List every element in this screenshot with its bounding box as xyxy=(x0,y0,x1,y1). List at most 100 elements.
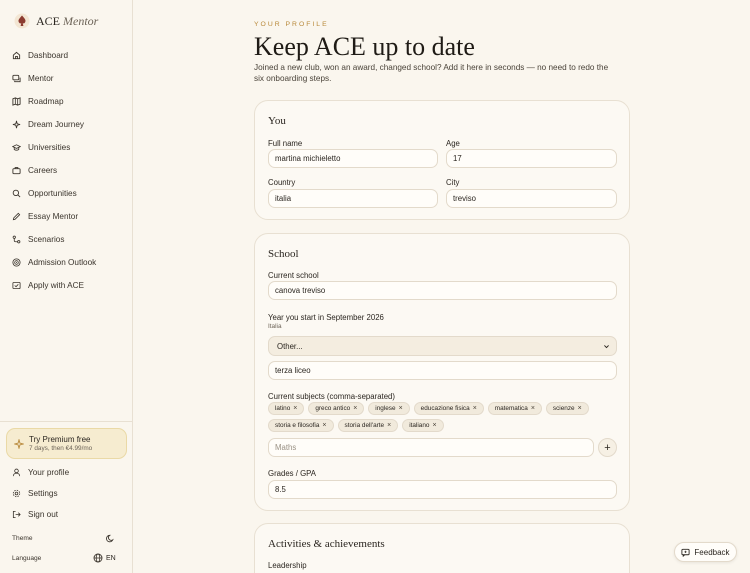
briefcase-icon xyxy=(12,167,21,175)
feedback-label: Feedback xyxy=(694,547,730,557)
language-value: EN xyxy=(106,554,116,562)
current-school-label: Current school xyxy=(268,271,319,280)
sidebar-item-label: Universities xyxy=(28,143,71,152)
subjects-label: Current subjects (comma-separated) xyxy=(268,392,395,401)
sidebar-item-dashboard[interactable]: Dashboard xyxy=(0,44,133,67)
close-icon[interactable]: × xyxy=(293,405,297,412)
settings-link[interactable]: Settings xyxy=(12,489,58,498)
sidebar-nav: Dashboard Mentor Roadmap Dream Journey U… xyxy=(0,44,133,297)
sidebar-item-label: Essay Mentor xyxy=(28,212,79,221)
your-profile-label: Your profile xyxy=(28,468,70,477)
page-eyebrow: YOUR PROFILE xyxy=(254,21,329,28)
grades-label: Grades / GPA xyxy=(268,469,316,478)
your-profile-link[interactable]: Your profile xyxy=(12,468,69,477)
sidebar-item-essay-mentor[interactable]: Essay Mentor xyxy=(0,205,133,228)
sidebar-item-roadmap[interactable]: Roadmap xyxy=(0,90,133,113)
close-icon[interactable]: × xyxy=(531,405,535,412)
you-card: You Full name martina michieletto Age 17… xyxy=(254,100,630,220)
branch-icon xyxy=(12,235,21,244)
subject-chips: latino × greco antico × inglese × educazion… xyxy=(268,402,618,432)
sidebar-item-careers[interactable]: Careers xyxy=(0,159,133,182)
age-field[interactable]: 17 xyxy=(446,149,617,168)
subject-chip[interactable]: greco antico × xyxy=(308,402,365,415)
subject-chip[interactable]: italiano × xyxy=(402,419,444,432)
sidebar-item-dream-journey[interactable]: Dream Journey xyxy=(0,113,133,136)
activities-card: Activities & achievements Leadership xyxy=(254,523,630,573)
year-other-field[interactable]: terza liceo xyxy=(268,361,617,380)
main-content: YOUR PROFILE Keep ACE up to date Joined … xyxy=(134,0,750,573)
close-icon[interactable]: × xyxy=(322,422,326,429)
subject-chip[interactable]: educazione fisica × xyxy=(413,402,484,415)
graduation-icon xyxy=(12,144,21,151)
sidebar-item-scenarios[interactable]: Scenarios xyxy=(0,228,133,251)
sign-out-link[interactable]: Sign out xyxy=(12,510,58,519)
settings-label: Settings xyxy=(28,489,58,498)
page-lead: Joined a new club, won an award, changed… xyxy=(254,63,609,83)
sidebar-item-label: Dashboard xyxy=(28,51,69,60)
chevron-down-icon xyxy=(604,344,609,348)
country-field[interactable]: italia xyxy=(268,189,438,208)
subject-chip[interactable]: scienze × xyxy=(545,402,589,415)
brand[interactable]: ACE Mentor xyxy=(14,13,98,29)
theme-label: Theme xyxy=(12,535,33,542)
age-label: Age xyxy=(446,139,460,148)
city-field[interactable]: treviso xyxy=(446,189,617,208)
close-icon[interactable]: × xyxy=(399,405,403,412)
page-title: Keep ACE up to date xyxy=(254,32,475,61)
full-name-field[interactable]: martina michieletto xyxy=(268,149,438,168)
card-title: School xyxy=(268,248,299,260)
close-icon[interactable]: × xyxy=(578,405,582,412)
subject-input[interactable]: Maths xyxy=(268,438,594,457)
sidebar-divider xyxy=(0,421,133,422)
year-select-value: Other... xyxy=(277,341,303,351)
message-icon xyxy=(681,548,690,557)
subject-chip[interactable]: latino × xyxy=(268,402,305,415)
close-icon[interactable]: × xyxy=(353,405,357,412)
logo-icon xyxy=(14,13,30,29)
full-name-label: Full name xyxy=(268,139,303,148)
current-school-field[interactable]: canova treviso xyxy=(268,281,617,300)
subject-chip[interactable]: matematica × xyxy=(487,402,542,415)
close-icon[interactable]: × xyxy=(473,405,477,412)
premium-subtitle: 7 days, then €4.99/mo xyxy=(29,445,93,452)
map-icon xyxy=(12,97,21,106)
subject-chip[interactable]: inglese × xyxy=(368,402,410,415)
home-icon xyxy=(12,51,21,60)
apply-icon xyxy=(12,281,21,290)
close-icon[interactable]: × xyxy=(387,422,391,429)
gear-icon xyxy=(12,489,21,498)
moon-icon[interactable] xyxy=(106,534,115,543)
sign-out-icon xyxy=(12,510,21,519)
year-label: Year you start in September 2026 xyxy=(268,313,384,322)
sidebar-item-universities[interactable]: Universities xyxy=(0,136,133,159)
add-subject-button[interactable]: + xyxy=(598,438,617,457)
subject-chip[interactable]: storia dell'arte × xyxy=(337,419,399,432)
subject-chip[interactable]: storia e filosofia × xyxy=(268,419,334,432)
sidebar-item-admission-outlook[interactable]: Admission Outlook xyxy=(0,251,133,274)
card-title: Activities & achievements xyxy=(268,538,385,550)
language-selector[interactable]: EN xyxy=(93,553,116,563)
close-icon[interactable]: × xyxy=(432,422,436,429)
sidebar-item-label: Mentor xyxy=(28,74,54,83)
user-icon xyxy=(12,468,21,477)
year-select[interactable]: Other... xyxy=(268,336,617,356)
sidebar-item-label: Scenarios xyxy=(28,235,65,244)
leadership-label: Leadership xyxy=(268,561,307,570)
country-label: Country xyxy=(268,178,296,187)
sidebar-item-apply-with-ace[interactable]: Apply with ACE xyxy=(0,274,133,297)
sparkle-icon xyxy=(14,438,24,449)
chat-icon xyxy=(12,74,21,83)
feedback-button[interactable]: Feedback xyxy=(674,542,737,562)
premium-title: Try Premium free xyxy=(29,435,91,444)
school-card: School Current school canova treviso Yea… xyxy=(254,233,630,511)
pen-icon xyxy=(12,212,21,221)
search-icon xyxy=(12,189,21,198)
sidebar-item-label: Dream Journey xyxy=(28,120,84,129)
try-premium-button[interactable]: Try Premium free 7 days, then €4.99/mo xyxy=(6,428,127,459)
sidebar-item-opportunities[interactable]: Opportunities xyxy=(0,182,133,205)
globe-icon xyxy=(93,553,103,563)
plus-icon: + xyxy=(604,441,611,454)
sidebar-item-label: Admission Outlook xyxy=(28,258,97,267)
grades-field[interactable]: 8.5 xyxy=(268,480,617,499)
sidebar-item-mentor[interactable]: Mentor xyxy=(0,67,133,90)
